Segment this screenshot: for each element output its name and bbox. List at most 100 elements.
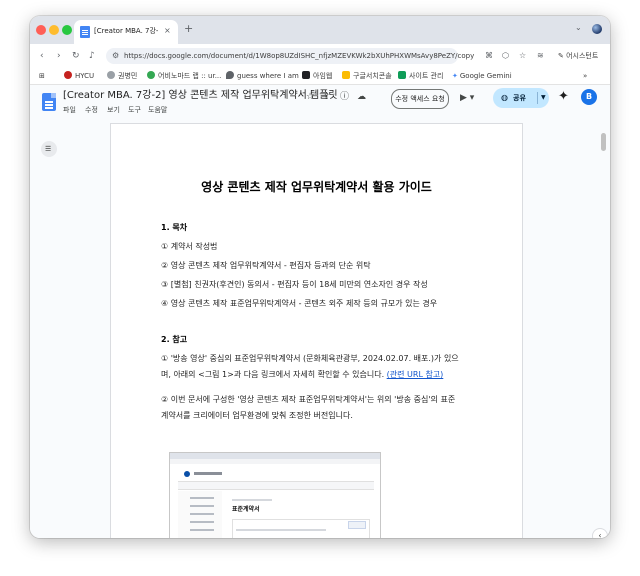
vertical-scrollbar[interactable] [601, 133, 606, 151]
docs-logo-icon[interactable] [42, 93, 56, 111]
meet-video-icon[interactable]: ▶ ▾ [460, 92, 474, 104]
reference-paragraph-2: ② 이번 문서에 구성한 '영상 콘텐츠 제작 표준업무위탁계약서'는 위의 '… [161, 395, 456, 420]
bookmark-label: HYCU [75, 72, 95, 80]
gemini-sparkle-icon: ✦ [452, 72, 458, 80]
site-icon [147, 71, 155, 79]
menu-view[interactable]: 보기 [107, 104, 120, 116]
toc-item: ② 영상 콘텐츠 제작 업무위탁계약서 - 편집자 등과의 단순 위탁 [161, 261, 371, 270]
mini-browser-urlbar [170, 459, 380, 464]
bookmark-star-icon[interactable]: ☆ [519, 50, 526, 62]
outline-list-icon: ☰ [45, 145, 52, 153]
globe-icon: ◍ [501, 93, 508, 102]
bookmark-item[interactable]: HYCU [64, 69, 94, 83]
mini-content-line [236, 529, 326, 531]
maximize-window-button[interactable] [62, 25, 72, 35]
hycu-icon [64, 71, 72, 79]
embedded-screenshot-image[interactable]: 표준계약서 [169, 452, 381, 538]
mini-sidebar-line [190, 505, 214, 507]
mini-page-heading: 표준계약서 [232, 506, 260, 513]
assistant-button[interactable]: ✎ 어시스턴트 [558, 50, 598, 62]
share-label: 공유 [513, 94, 526, 102]
mini-sidebar [178, 491, 222, 538]
bookmark-label: 어비노마드 랩 :: ur... [158, 72, 222, 80]
gemini-sparkle-icon[interactable]: ✦ [558, 89, 569, 105]
browser-tab[interactable]: [Creator MBA. 7강-2] 영상 콘텐츠 × [74, 20, 178, 44]
bookmark-item[interactable]: 어비노마드 랩 :: ur... [147, 69, 221, 83]
site-info-icon[interactable]: ⚙ [112, 51, 119, 61]
address-bar[interactable]: ⚙ https://docs.google.com/document/d/1W8… [106, 48, 474, 64]
mini-sidebar-line [190, 497, 214, 499]
docs-app: [Creator MBA. 7강-2] 영상 콘텐츠 제작 업무위탁계약서 템플… [30, 85, 610, 538]
mini-site-title [194, 472, 222, 475]
star-icon[interactable]: ☆ [306, 91, 314, 103]
location-pin-icon [226, 71, 234, 79]
new-tab-button[interactable]: + [184, 22, 193, 36]
mini-site-nav [178, 481, 374, 490]
bookmarks-more-button[interactable]: » [583, 69, 587, 83]
bookmark-label: guess where I am [237, 72, 299, 80]
mini-breadcrumb [232, 499, 272, 501]
cloud-saved-icon: ☁ [357, 92, 366, 102]
bookmark-label: Google Gemini [459, 72, 512, 80]
back-arrow-icon[interactable]: ‹ [40, 49, 44, 63]
close-window-button[interactable] [36, 25, 46, 35]
toc-item: ④ 영상 콘텐츠 제작 표준업무위탁계약서 - 콘텐츠 외주 제작 등의 규모가… [161, 299, 438, 308]
bookmarks-bar: ⊞ HYCU 권병민 어비노마드 랩 :: ur... guess where … [30, 68, 610, 85]
bookmark-label: 아임웹 [313, 72, 333, 80]
url-text: https://docs.google.com/document/d/1W8op… [124, 52, 475, 60]
google-docs-favicon-icon [80, 26, 90, 38]
document-outline-button[interactable]: ☰ [41, 141, 57, 157]
site-admin-icon [398, 71, 406, 79]
move-to-drive-icon[interactable]: ⇪ [323, 91, 331, 103]
browser-profile-icon[interactable] [592, 24, 602, 34]
ministry-logo-icon [184, 471, 190, 477]
mini-sidebar-line [190, 529, 214, 531]
reload-icon[interactable]: ↻ [72, 49, 80, 63]
bookmark-item[interactable]: 구글서치콘솔 [342, 69, 392, 83]
bookmark-label: 구글서치콘솔 [353, 72, 392, 80]
section-2-title: 2. 참고 [161, 335, 188, 344]
mini-button [348, 521, 366, 529]
imweb-icon [302, 71, 310, 79]
menu-help[interactable]: 도움말 [148, 104, 167, 116]
minimize-window-button[interactable] [49, 25, 59, 35]
toc-item: ③ [별첨] 친권자(후견인) 동의서 - 편집자 등이 18세 미만의 연소자… [161, 280, 428, 289]
bookmark-item[interactable]: 권병민 [107, 69, 137, 83]
toc-item: ① 계약서 작성법 [161, 242, 218, 251]
document-heading: 영상 콘텐츠 제작 업무위탁계약서 활용 가이드 [201, 180, 432, 194]
apps-grid-icon[interactable]: ⊞ [39, 69, 45, 83]
browser-window: [Creator MBA. 7강-2] 영상 콘텐츠 × + ⌄ ‹ › ↻ ♪… [30, 16, 610, 538]
browser-toolbar: ‹ › ↻ ♪ ⚙ https://docs.google.com/docume… [30, 44, 610, 68]
tab-close-icon[interactable]: × [164, 25, 171, 37]
translate-icon[interactable]: ⌘ [485, 50, 493, 62]
tab-title: [Creator MBA. 7강-2] 영상 콘텐츠 [94, 27, 158, 35]
person-icon [107, 71, 115, 79]
related-url-link[interactable]: (관련 URL 참고) [387, 370, 444, 379]
tab-strip: [Creator MBA. 7강-2] 영상 콘텐츠 × + ⌄ [30, 16, 610, 44]
menu-file[interactable]: 파일 [63, 104, 76, 116]
share-button[interactable]: ◍ 공유 ▼ [493, 88, 549, 108]
bookmark-label: 권병민 [118, 72, 138, 80]
menu-edit[interactable]: 수정 [85, 104, 98, 116]
forward-arrow-icon[interactable]: › [57, 49, 61, 63]
document-status-icon[interactable]: ⓘ [340, 91, 349, 103]
extension-icon[interactable]: ⬡ [502, 50, 509, 62]
bookmark-label: 사이트 관리 [409, 72, 444, 80]
search-console-icon [342, 71, 350, 79]
tab-search-chevron-icon[interactable]: ⌄ [575, 23, 582, 32]
mini-sidebar-line [190, 513, 214, 515]
microphone-icon[interactable]: ♪ [89, 49, 95, 63]
document-title[interactable]: [Creator MBA. 7강-2] 영상 콘텐츠 제작 업무위탁계약서 템플… [63, 89, 338, 103]
bookmark-item[interactable]: 사이트 관리 [398, 69, 443, 83]
reference-paragraph-1: ① '방송 영상' 중심의 표준업무위탁계약서 (문화체육관광부, 2024.0… [161, 351, 461, 383]
side-panel-chevron-icon[interactable]: ‹ [593, 529, 607, 538]
bookmark-item[interactable]: guess where I am [226, 69, 299, 83]
menu-tools[interactable]: 도구 [128, 104, 141, 116]
assistant-label: 어시스턴트 [566, 52, 599, 60]
share-dropdown-chevron-icon[interactable]: ▼ [537, 92, 546, 104]
audio-wave-icon[interactable]: ≋ [537, 50, 544, 62]
bookmark-item[interactable]: ✦ Google Gemini [452, 69, 512, 83]
account-avatar[interactable]: B [581, 89, 597, 105]
bookmark-item[interactable]: 아임웹 [302, 69, 332, 83]
request-edit-access-button[interactable]: 수정 액세스 요청 [391, 89, 449, 109]
